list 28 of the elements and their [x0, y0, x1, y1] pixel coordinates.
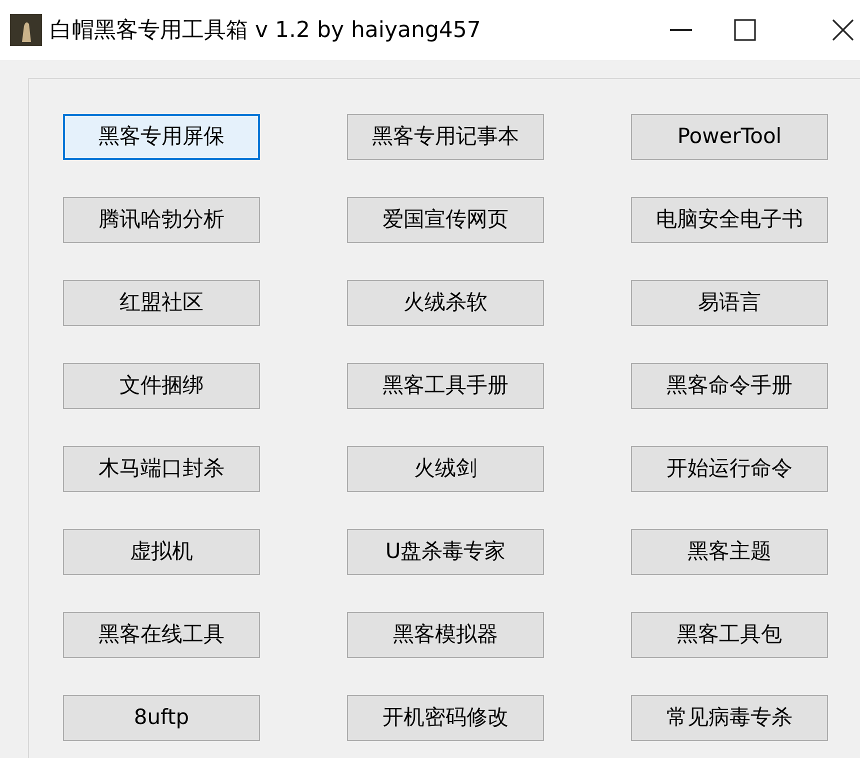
tool-button[interactable]: 爱国宣传网页 — [347, 197, 544, 243]
tool-button[interactable]: 虚拟机 — [63, 529, 260, 575]
tool-button[interactable]: 火绒剑 — [347, 446, 544, 492]
tool-button[interactable]: PowerTool — [631, 114, 828, 160]
tool-button[interactable]: U盘杀毒专家 — [347, 529, 544, 575]
tool-button[interactable]: 黑客专用屏保 — [63, 114, 260, 160]
tool-button[interactable]: 黑客主题 — [631, 529, 828, 575]
tool-button[interactable]: 易语言 — [631, 280, 828, 326]
tool-button[interactable]: 木马端口封杀 — [63, 446, 260, 492]
tool-button[interactable]: 开机密码修改 — [347, 695, 544, 741]
tool-button[interactable]: 8uftp — [63, 695, 260, 741]
tool-button[interactable]: 常见病毒专杀 — [631, 695, 828, 741]
maximize-icon[interactable] — [734, 19, 756, 41]
tool-button[interactable]: 黑客模拟器 — [347, 612, 544, 658]
tool-button[interactable]: 黑客工具手册 — [347, 363, 544, 409]
tool-button[interactable]: 红盟社区 — [63, 280, 260, 326]
tool-button[interactable]: 文件捆绑 — [63, 363, 260, 409]
tool-button[interactable]: 火绒杀软 — [347, 280, 544, 326]
tool-button[interactable]: 黑客在线工具 — [63, 612, 260, 658]
tool-button[interactable]: 黑客工具包 — [631, 612, 828, 658]
app-icon — [10, 14, 42, 46]
tool-button[interactable]: 电脑安全电子书 — [631, 197, 828, 243]
tool-button[interactable]: 开始运行命令 — [631, 446, 828, 492]
close-icon[interactable] — [832, 19, 854, 41]
tool-button[interactable]: 黑客命令手册 — [631, 363, 828, 409]
tool-button[interactable]: 黑客专用记事本 — [347, 114, 544, 160]
tool-button[interactable]: 腾讯哈勃分析 — [63, 197, 260, 243]
window-title: 白帽黑客专用工具箱 v 1.2 by haiyang457 — [50, 16, 481, 44]
